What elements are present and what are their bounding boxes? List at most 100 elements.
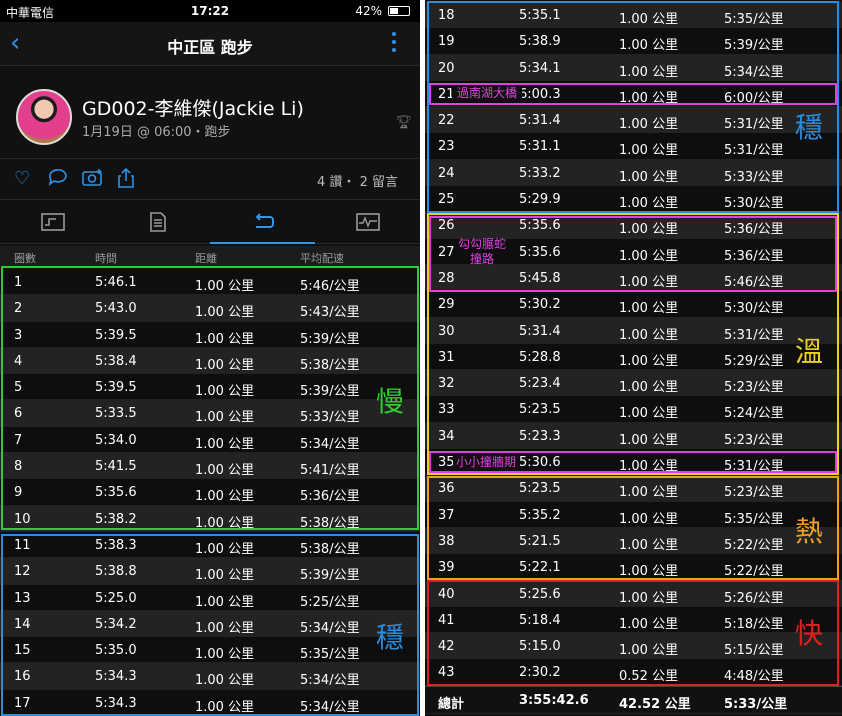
table-row: 9 5:35.6 1.00 公里 5:36/公里 xyxy=(0,479,420,506)
lap-number: 40 xyxy=(438,586,455,602)
lap-number: 1 xyxy=(14,275,23,290)
lap-distance: 1.00 公里 xyxy=(195,594,255,610)
lap-pace: 5:24/公里 xyxy=(724,406,784,422)
lap-pace: 5:23/公里 xyxy=(724,432,784,448)
table-row: 19 5:38.9 1.00 公里 5:39/公里 xyxy=(425,28,842,55)
lap-time: 5:38.2 xyxy=(95,511,137,527)
table-row: 43 2:30.2 0.52 公里 4:48/公里 xyxy=(425,659,842,686)
lap-pace: 5:39/公里 xyxy=(300,568,360,584)
lap-distance: 1.00 公里 xyxy=(195,436,255,452)
lap-pace: 5:33/公里 xyxy=(724,169,784,185)
lap-number: 29 xyxy=(438,297,455,313)
lap-number: 38 xyxy=(438,533,455,549)
table-row: 21 6:00.3 1.00 公里 6:00/公里 xyxy=(425,80,842,108)
share-icon[interactable] xyxy=(118,167,134,193)
lap-number: 31 xyxy=(438,349,455,365)
lap-pace: 5:46/公里 xyxy=(724,274,784,290)
lap-number: 30 xyxy=(438,323,455,339)
lap-time: 5:38.3 xyxy=(95,537,137,553)
heart-icon[interactable]: ♡ xyxy=(14,168,30,189)
table-row: 17 5:34.3 1.00 公里 5:34/公里 xyxy=(0,689,420,716)
lap-distance: 1.00 公里 xyxy=(619,537,679,553)
lap-distance: 1.00 公里 xyxy=(619,64,679,80)
lap-time: 5:28.8 xyxy=(519,349,561,365)
table-row: 13 5:25.0 1.00 公里 5:25/公里 xyxy=(0,584,420,611)
lap-pace: 5:39/公里 xyxy=(300,384,360,400)
lap-time: 5:31.4 xyxy=(519,323,561,339)
lap-pace: 5:34/公里 xyxy=(300,436,360,452)
table-row: 27 5:35.6 1.00 公里 5:36/公里 xyxy=(425,238,842,265)
lap-time: 2:30.2 xyxy=(519,665,561,681)
lap-distance: 1.00 公里 xyxy=(619,643,679,659)
lap-pace: 5:36/公里 xyxy=(724,222,784,238)
lap-time: 5:46.1 xyxy=(95,275,137,290)
lap-distance: 1.00 公里 xyxy=(619,616,679,632)
lap-number: 8 xyxy=(14,459,23,475)
lap-pace: 5:22/公里 xyxy=(724,537,784,553)
lap-number: 20 xyxy=(438,60,455,76)
lap-distance: 1.00 公里 xyxy=(195,620,255,636)
lap-pace: 5:22/公里 xyxy=(724,564,784,580)
athlete-name: GD002-李維傑(Jackie Li) xyxy=(82,98,304,120)
lap-pace: 5:34/公里 xyxy=(724,64,784,80)
total-row: 總計 3:55:42.6 42.52 公里 5:33/公里 xyxy=(425,685,842,714)
lap-number: 18 xyxy=(438,8,455,23)
col-distance: 距離 xyxy=(195,252,217,265)
trophy-icon[interactable]: 🏆︎ xyxy=(395,115,412,130)
table-row: 5 5:39.5 1.00 公里 5:39/公里 xyxy=(0,374,420,401)
table-row: 36 5:23.5 1.00 公里 5:23/公里 xyxy=(425,475,842,502)
tab-laps-icon[interactable] xyxy=(210,200,315,244)
lap-distance: 1.00 公里 xyxy=(619,327,679,343)
table-row: 28 5:45.8 1.00 公里 5:46/公里 xyxy=(425,264,842,292)
comment-icon[interactable] xyxy=(48,168,68,191)
battery-icon xyxy=(388,6,410,16)
lap-distance: 1.00 公里 xyxy=(195,463,255,479)
lap-number: 14 xyxy=(14,616,31,632)
lap-pace: 5:31/公里 xyxy=(724,143,784,159)
status-bar: 中華電信 17:22 42% xyxy=(0,0,420,22)
avatar[interactable] xyxy=(16,89,72,145)
lap-number: 16 xyxy=(14,669,31,685)
tab-overview-icon[interactable] xyxy=(0,200,105,244)
lap-number: 3 xyxy=(14,327,23,343)
likes-comments-count[interactable]: 4 讚・ 2 留言 xyxy=(317,171,398,190)
lap-distance: 1.00 公里 xyxy=(195,647,255,663)
table-row: 2 5:43.0 1.00 公里 5:43/公里 xyxy=(0,295,420,322)
table-row: 32 5:23.4 1.00 公里 5:23/公里 xyxy=(425,370,842,397)
add-photo-icon[interactable] xyxy=(82,168,104,191)
lap-number: 32 xyxy=(438,376,455,392)
laps-column-header: 圈數 時間 距離 平均配速 xyxy=(0,246,420,266)
lap-pace: 5:34/公里 xyxy=(300,699,360,715)
lap-time: 5:30.6 xyxy=(519,455,561,471)
lap-time: 5:35.0 xyxy=(95,643,137,659)
lap-pace: 5:36/公里 xyxy=(300,489,360,505)
more-vertical-icon[interactable] xyxy=(392,32,396,56)
lap-number: 25 xyxy=(438,192,455,208)
lap-time: 5:25.0 xyxy=(95,590,137,606)
lap-distance: 1.00 公里 xyxy=(619,380,679,396)
table-row: 35 5:30.6 1.00 公里 5:31/公里 xyxy=(425,449,842,476)
table-row: 18 5:35.1 1.00 公里 5:35/公里 xyxy=(425,2,842,29)
total-pace: 5:33/公里 xyxy=(724,696,788,712)
table-row: 38 5:21.5 1.00 公里 5:22/公里 xyxy=(425,527,842,555)
lap-number: 10 xyxy=(14,511,31,527)
lap-time: 5:22.1 xyxy=(519,560,561,576)
table-row: 40 5:25.6 1.00 公里 5:26/公里 xyxy=(425,580,842,607)
lap-distance: 1.00 公里 xyxy=(619,432,679,448)
table-row: 10 5:38.2 1.00 公里 5:38/公里 xyxy=(0,505,420,532)
total-distance: 42.52 公里 xyxy=(619,696,691,712)
tab-stats-icon[interactable] xyxy=(105,200,210,244)
lap-pace: 5:25/公里 xyxy=(300,594,360,610)
lap-distance: 1.00 公里 xyxy=(195,384,255,400)
lap-time: 5:38.8 xyxy=(95,564,137,580)
lap-time: 5:31.1 xyxy=(519,139,561,155)
lap-pace: 5:35/公里 xyxy=(724,511,784,527)
lap-time: 5:35.6 xyxy=(519,218,561,234)
lap-time: 5:34.2 xyxy=(95,616,137,632)
table-row: 11 5:38.3 1.00 公里 5:38/公里 xyxy=(0,531,420,559)
lap-number: 5 xyxy=(14,380,23,396)
lap-time: 5:39.5 xyxy=(95,327,137,343)
tab-chart-icon[interactable] xyxy=(315,200,420,244)
total-time: 3:55:42.6 xyxy=(519,692,589,708)
lap-distance: 1.00 公里 xyxy=(619,12,679,27)
